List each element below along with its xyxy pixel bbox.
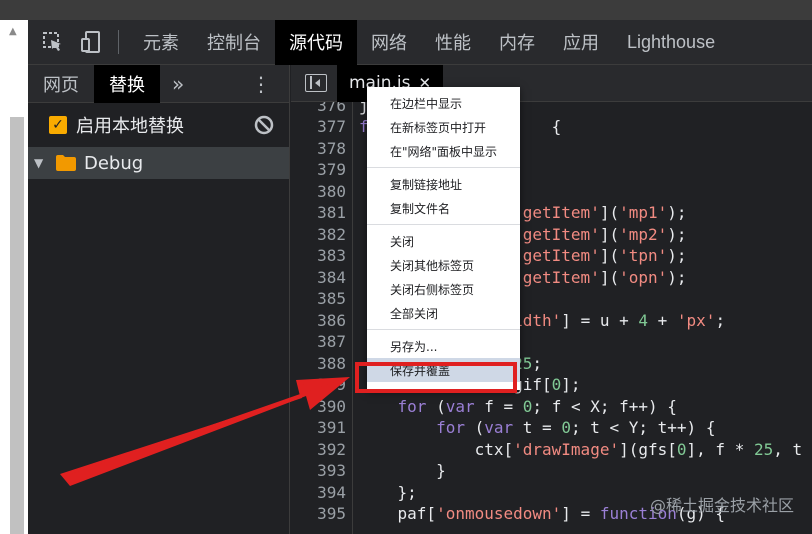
navigator-menu-icon[interactable]: ⋮ [251,74,271,94]
sources-navigator: 网页 替换 » ⋮ ✓ 启用本地替换 ▼ Debug [28,64,290,534]
menu-divider [367,224,520,225]
scrollbar-thumb[interactable] [10,117,24,534]
inspect-element-icon[interactable] [40,29,66,55]
folder-icon [56,155,76,171]
tree-folder-debug[interactable]: ▼ Debug [28,147,289,179]
line-number: 394 [317,483,346,502]
line-number: 391 [317,418,346,437]
line-number: 395 [317,504,346,523]
code-line: ctx['drawImage'](gfs[0], f * 25, t [359,440,803,459]
menu-item-close-others[interactable]: 关闭其他标签页 [367,253,520,277]
menu-divider [367,329,520,330]
watermark: @稀土掘金技术社区 [649,496,794,515]
tab-application[interactable]: 应用 [549,20,613,65]
tab-sources[interactable]: 源代码 [275,19,357,65]
menu-item-close-all[interactable]: 全部关闭 [367,301,520,325]
line-number: 378 [317,139,346,158]
scroll-up-arrow-icon[interactable]: ▲ [9,26,17,37]
tab-memory[interactable]: 内存 [485,20,549,65]
line-number: 385 [317,289,346,308]
folder-label: Debug [84,152,144,174]
line-number: 387 [317,332,346,351]
code-line: }; [359,483,417,502]
line-number: 381 [317,203,346,222]
toolbar-divider [118,30,119,54]
line-number: 384 [317,268,346,287]
devtools-main-toolbar: 元素 控制台 源代码 网络 性能 内存 应用 Lighthouse [28,19,812,65]
line-number: 379 [317,160,346,179]
navigator-tabs: 网页 替换 » ⋮ [28,64,289,103]
line-number: 388 [317,354,346,373]
tab-console[interactable]: 控制台 [193,20,275,65]
highlight-box [355,362,517,393]
menu-item-reveal-in-sidebar[interactable]: 在边栏中显示 [367,91,520,115]
code-line: for (var f = 0; f < X; f++) { [397,397,677,416]
menu-item-save-as[interactable]: 另存为... [367,334,520,358]
line-number: 386 [317,311,346,330]
line-number: 376 [317,102,346,115]
device-toolbar-icon[interactable] [78,29,104,55]
enable-overrides-checkbox[interactable]: ✓ [49,116,67,134]
clear-overrides-icon[interactable] [253,114,275,136]
menu-item-close-right[interactable]: 关闭右侧标签页 [367,277,520,301]
code-line: } [359,461,446,480]
line-number: 389 [317,375,346,394]
menu-item-copy-filename[interactable]: 复制文件名 [367,196,520,220]
page-scrollbar[interactable]: ▲ [0,20,28,534]
tab-context-menu: 在边栏中显示 在新标签页中打开 在"网络"面板中显示 复制链接地址 复制文件名 … [367,87,520,390]
tab-lighthouse[interactable]: Lighthouse [613,20,729,65]
line-number: 382 [317,225,346,244]
line-number: 377 [317,117,346,136]
code-line: for (var t = 0; t < Y; t++) { [436,418,716,437]
line-number-gutter: 376 377 378 379 380 381 382 383 384 385 … [291,102,353,534]
line-number: 393 [317,461,346,480]
menu-item-reveal-in-network[interactable]: 在"网络"面板中显示 [367,139,520,163]
enable-overrides-label[interactable]: 启用本地替换 [76,112,184,138]
tab-page[interactable]: 网页 [28,65,94,103]
menu-item-close[interactable]: 关闭 [367,229,520,253]
line-number: 380 [317,182,346,201]
tab-network[interactable]: 网络 [357,20,421,65]
menu-divider [367,167,520,168]
tab-overrides[interactable]: 替换 [94,64,160,103]
line-number: 390 [317,397,346,416]
menu-item-open-in-new-tab[interactable]: 在新标签页中打开 [367,115,520,139]
browser-top-strip [0,0,812,20]
toggle-navigator-icon[interactable] [305,74,327,92]
tab-performance[interactable]: 性能 [421,20,485,65]
enable-local-overrides-row: ✓ 启用本地替换 [28,103,289,147]
menu-item-copy-link[interactable]: 复制链接地址 [367,172,520,196]
line-number: 392 [317,440,346,459]
more-tabs-icon[interactable]: » [160,72,196,96]
tab-elements[interactable]: 元素 [129,20,193,65]
line-number: 383 [317,246,346,265]
expand-triangle-icon[interactable]: ▼ [34,156,50,170]
